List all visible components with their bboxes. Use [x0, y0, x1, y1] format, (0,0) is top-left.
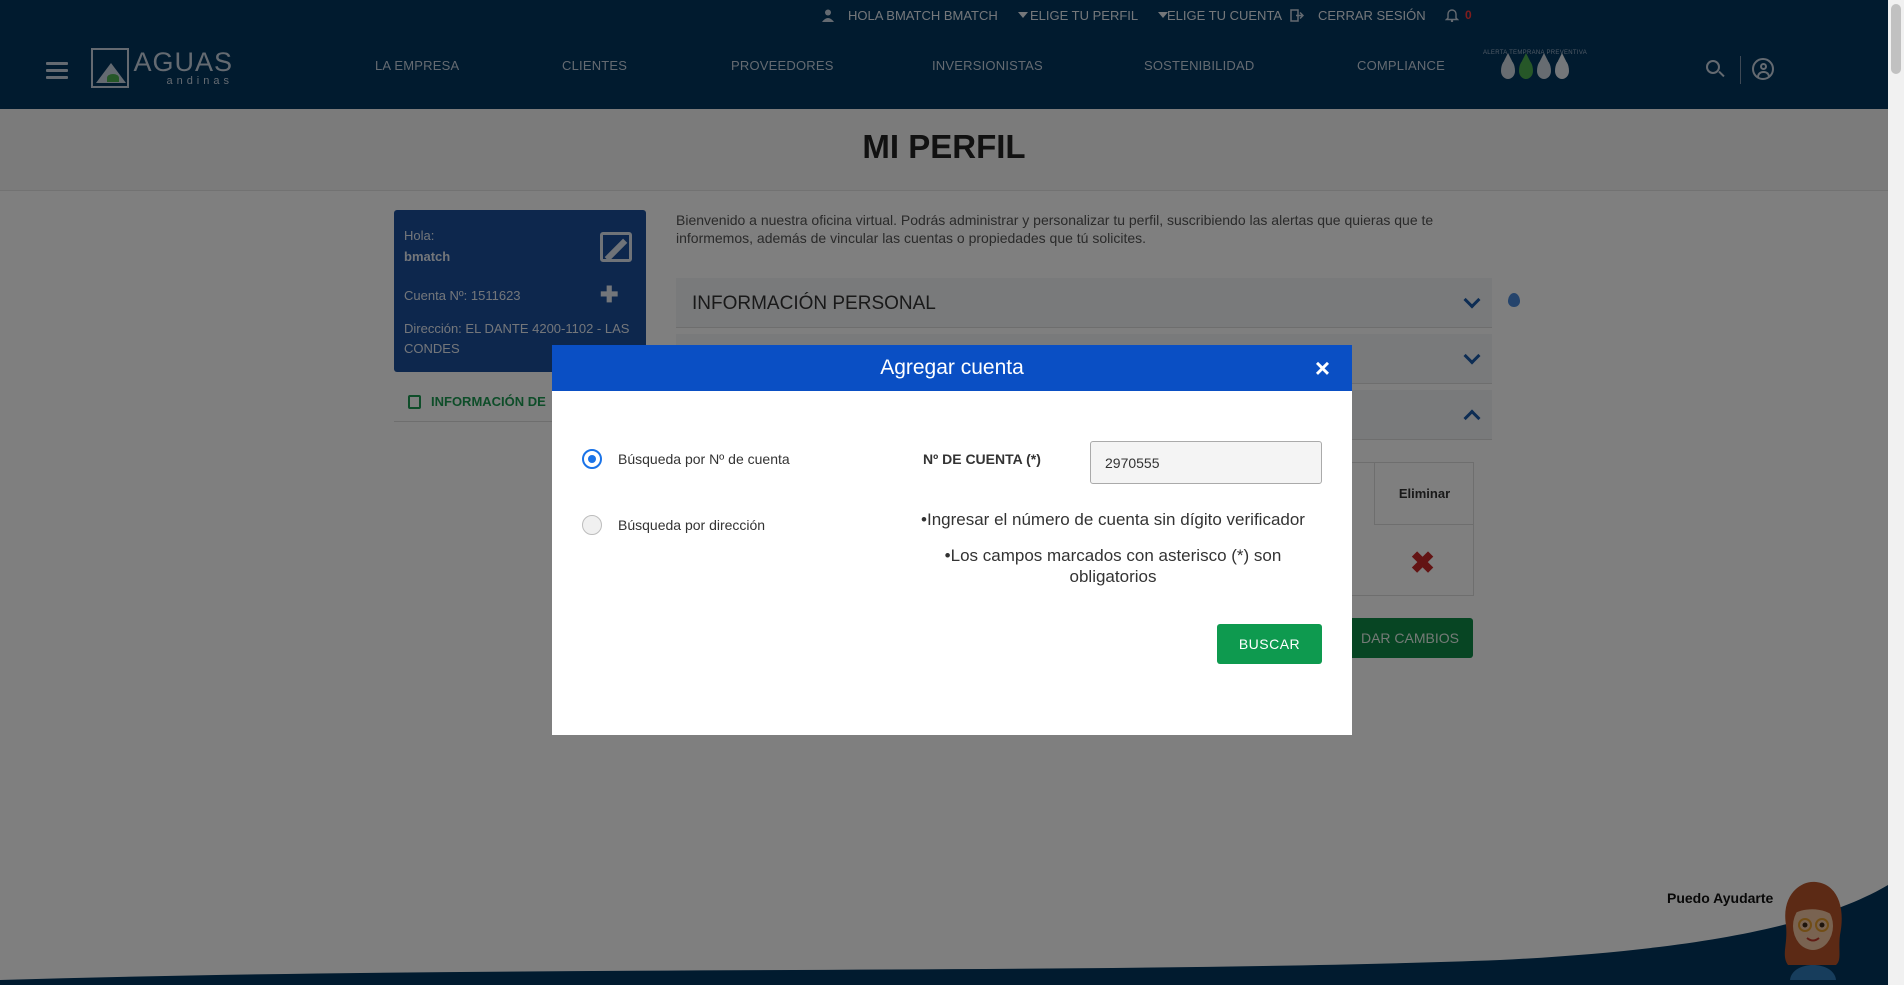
search-button[interactable]: BUSCAR — [1217, 624, 1322, 664]
radio-search-by-address[interactable]: Búsqueda por dirección — [582, 515, 765, 535]
note-required-fields: •Los campos marcados con asterisco (*) s… — [944, 546, 1282, 586]
radio-selected[interactable] — [582, 449, 602, 469]
note-no-check-digit: •Ingresar el número de cuenta sin dígito… — [921, 510, 1305, 529]
account-number-label: Nº DE CUENTA (*) — [923, 451, 1041, 467]
modal-title: Agregar cuenta — [880, 356, 1024, 379]
radio-search-by-account[interactable]: Búsqueda por Nº de cuenta — [582, 449, 790, 469]
modal-header: Agregar cuenta × — [552, 345, 1352, 391]
scrollbar-thumb[interactable] — [1891, 4, 1901, 74]
radio-unselected[interactable] — [582, 515, 602, 535]
close-icon[interactable]: × — [1315, 353, 1330, 384]
add-account-modal: Agregar cuenta × Búsqueda por Nº de cuen… — [552, 345, 1352, 735]
account-number-input[interactable] — [1090, 441, 1322, 484]
page-scrollbar[interactable] — [1888, 0, 1904, 985]
